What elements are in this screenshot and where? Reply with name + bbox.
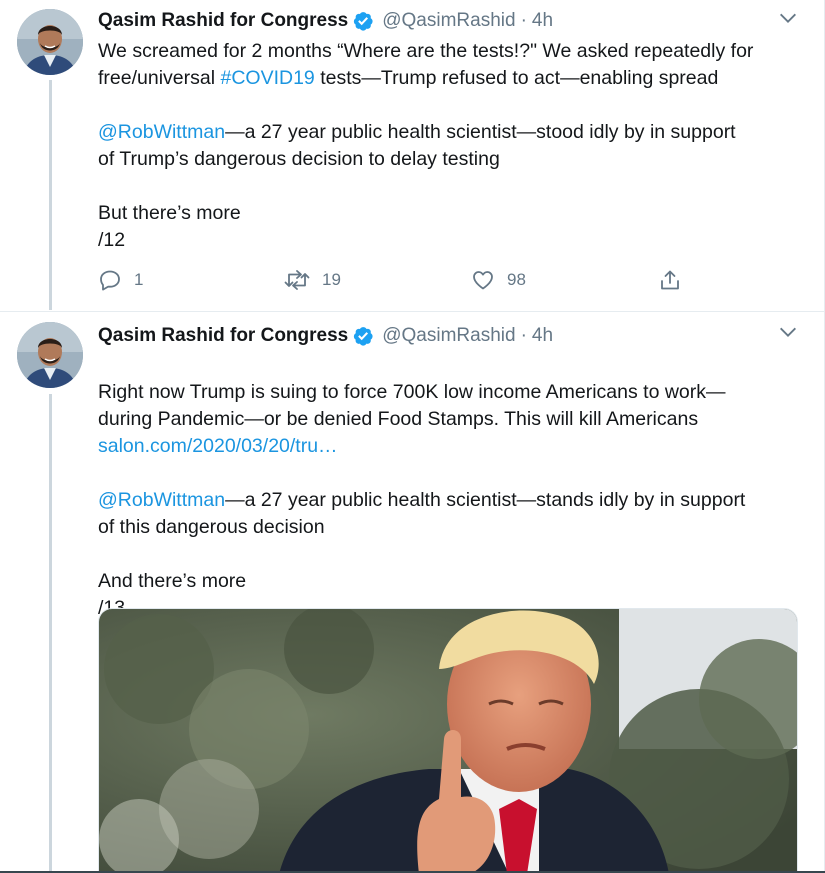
text-segment: And there’s more <box>98 570 247 592</box>
retweet-count: 19 <box>322 270 341 289</box>
text-segment: Right now Trump is suing to force 700K l… <box>98 381 726 403</box>
tweet-header: Qasim Rashid for Congress @QasimRashid ·… <box>98 323 553 349</box>
heart-icon <box>471 268 495 292</box>
text-line: We screamed for 2 months “Where are the … <box>98 38 798 65</box>
text-line: @RobWittman—a 27 year public health scie… <box>98 119 798 146</box>
tweet-actions: 1 19 98 <box>98 266 698 294</box>
text-segment: free/universal <box>98 67 221 89</box>
hashtag-link[interactable]: #COVID19 <box>220 67 314 89</box>
retweet-button[interactable]: 19 <box>284 266 341 294</box>
separator: · <box>520 10 527 31</box>
timestamp[interactable]: 4h <box>532 325 553 347</box>
chevron-down-icon[interactable] <box>777 321 799 343</box>
avatar[interactable] <box>17 322 83 388</box>
text-segment: during Pandemic—or be denied Food Stamps… <box>98 408 699 430</box>
like-count: 98 <box>507 270 526 289</box>
chevron-down-icon[interactable] <box>777 7 799 29</box>
verified-badge-icon <box>352 10 374 32</box>
separator: · <box>520 325 527 346</box>
text-line: @RobWittman—a 27 year public health scie… <box>98 487 798 514</box>
avatar[interactable] <box>17 9 83 75</box>
author-name[interactable]: Qasim Rashid for Congress <box>98 325 348 347</box>
text-segment: /12 <box>98 229 126 251</box>
text-segment: We screamed for 2 months “Where are the … <box>98 40 754 62</box>
mention-link[interactable]: @RobWittman <box>98 489 225 511</box>
reply-button[interactable]: 1 <box>98 266 143 294</box>
text-segment: tests—Trump refused to act—enabling spre… <box>314 67 719 89</box>
text-line: Right now Trump is suing to force 700K l… <box>98 379 798 406</box>
text-segment: of Trump’s dangerous decision to delay t… <box>98 148 500 170</box>
mention-link[interactable]: @RobWittman <box>98 121 225 143</box>
text-line: And there’s more <box>98 568 798 595</box>
tweet-text: Right now Trump is suing to force 700K l… <box>98 379 798 622</box>
text-line: during Pandemic—or be denied Food Stamps… <box>98 406 798 433</box>
like-button[interactable]: 98 <box>471 266 526 294</box>
text-segment: —a 27 year public health scientist—stand… <box>225 489 746 511</box>
text-segment: of this dangerous decision <box>98 516 325 538</box>
tweet[interactable]: Qasim Rashid for Congress @QasimRashid ·… <box>0 0 824 310</box>
share-icon <box>658 268 682 292</box>
author-handle[interactable]: @QasimRashid <box>382 10 515 32</box>
verified-badge-icon <box>352 325 374 347</box>
text-line: /12 <box>98 227 798 254</box>
text-line: of Trump’s dangerous decision to delay t… <box>98 146 798 173</box>
author-handle[interactable]: @QasimRashid <box>382 325 515 347</box>
text-segment: But there’s more <box>98 202 241 224</box>
timestamp[interactable]: 4h <box>532 10 553 32</box>
reply-count: 1 <box>134 270 144 289</box>
tweet-text: We screamed for 2 months “Where are the … <box>98 38 798 254</box>
share-button[interactable] <box>658 266 682 294</box>
tweet-media-photo[interactable] <box>98 608 798 873</box>
text-line: salon.com/2020/03/20/tru… <box>98 433 798 460</box>
tweet-header: Qasim Rashid for Congress @QasimRashid ·… <box>98 8 553 34</box>
text-line: But there’s more <box>98 200 798 227</box>
url-link[interactable]: salon.com/2020/03/20/tru… <box>98 435 338 457</box>
text-line: of this dangerous decision <box>98 514 798 541</box>
text-line: free/universal #COVID19 tests—Trump refu… <box>98 65 798 92</box>
author-name[interactable]: Qasim Rashid for Congress <box>98 10 348 32</box>
retweet-icon <box>284 268 310 292</box>
text-segment: —a 27 year public health scientist—stood… <box>225 121 736 143</box>
reply-icon <box>98 268 122 292</box>
